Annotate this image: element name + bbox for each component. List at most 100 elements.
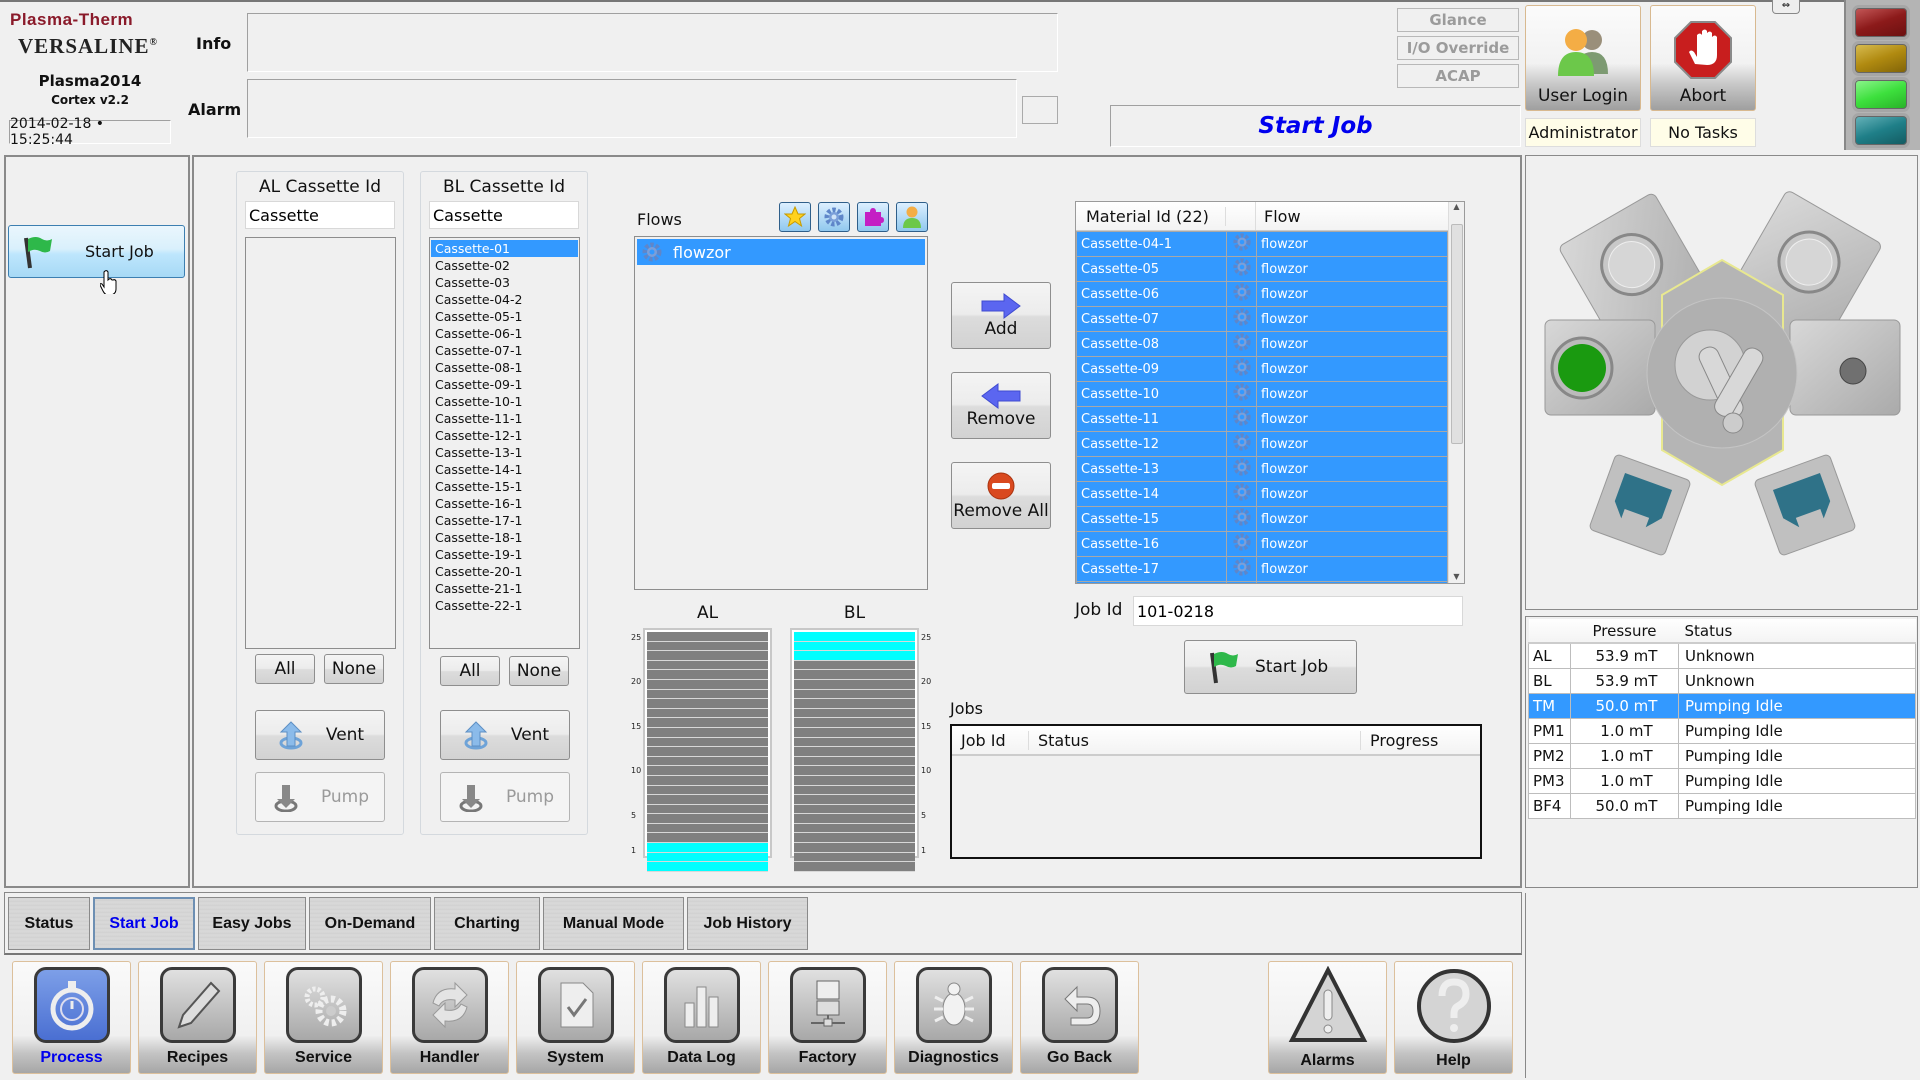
material-row[interactable]: Cassette-05 flowzor (1076, 256, 1448, 282)
col-job-status[interactable]: Status (1029, 730, 1361, 750)
chamber-row[interactable]: AL 53.9 mT Unknown (1528, 642, 1916, 669)
col-status[interactable]: Status (1678, 619, 1916, 644)
chamber-row[interactable]: BL 53.9 mT Unknown (1528, 667, 1916, 694)
al-cassette-list[interactable] (245, 237, 396, 649)
nav-data-log-button[interactable]: Data Log (642, 961, 761, 1074)
alarm-ack-button[interactable] (1022, 96, 1058, 124)
bl-cassette-item[interactable]: Cassette-01 (431, 240, 578, 257)
bl-cassette-item[interactable]: Cassette-19-1 (431, 546, 578, 563)
sub-tab-start-job[interactable]: Start Job (93, 897, 195, 950)
bl-cassette-item[interactable]: Cassette-04-2 (431, 291, 578, 308)
bl-cassette-item[interactable]: Cassette-14-1 (431, 461, 578, 478)
scroll-down-arrow[interactable]: ▼ (1449, 572, 1464, 581)
job-id-input[interactable] (1133, 596, 1463, 626)
bl-select-all-button[interactable]: All (440, 656, 500, 686)
col-job-id[interactable]: Job Id (952, 730, 1029, 750)
bl-cassette-item[interactable]: Cassette-22-1 (431, 597, 578, 614)
nav-recipes-button[interactable]: Recipes (138, 961, 257, 1074)
bl-cassette-item[interactable]: Cassette-02 (431, 257, 578, 274)
start-job-button[interactable]: Start Job (1184, 640, 1357, 694)
bl-pump-button[interactable]: Pump (440, 772, 570, 822)
al-vent-button[interactable]: Vent (255, 710, 385, 760)
filter-plugin-button[interactable] (857, 202, 889, 232)
bl-cassette-item[interactable]: Cassette-17-1 (431, 512, 578, 529)
user-login-button[interactable]: User Login (1525, 5, 1641, 111)
material-row[interactable]: Cassette-09 flowzor (1076, 356, 1448, 382)
bl-cassette-item[interactable]: Cassette-11-1 (431, 410, 578, 427)
bl-cassette-item[interactable]: Cassette-15-1 (431, 478, 578, 495)
col-flow[interactable]: Flow (1256, 207, 1301, 226)
nav-go-back-button[interactable]: Go Back (1020, 961, 1139, 1074)
col-pressure[interactable]: Pressure (1570, 619, 1679, 644)
filter-system-button[interactable] (818, 202, 850, 232)
flow-item[interactable]: flowzor (637, 239, 925, 265)
bl-cassette-item[interactable]: Cassette-09-1 (431, 376, 578, 393)
material-row[interactable]: Cassette-18 flowzor (1076, 581, 1448, 583)
nav-service-button[interactable]: Service (264, 961, 383, 1074)
chamber-row[interactable]: PM2 1.0 mT Pumping Idle (1528, 742, 1916, 769)
glance-button[interactable]: Glance (1397, 8, 1519, 32)
bl-cassette-list[interactable]: Cassette-01 Cassette-02 Cassette-03 Cassett… (429, 237, 580, 649)
bl-cassette-item[interactable]: Cassette-12-1 (431, 427, 578, 444)
bl-cassette-item[interactable]: Cassette-05-1 (431, 308, 578, 325)
sub-tab-manual-mode[interactable]: Manual Mode (543, 897, 684, 950)
chamber-status-table[interactable]: Pressure Status AL 53.9 mT Unknown BL 53.9 m… (1528, 619, 1916, 819)
nav-factory-button[interactable]: Factory (768, 961, 887, 1074)
al-select-none-button[interactable]: None (324, 654, 384, 684)
col-job-progress[interactable]: Progress (1361, 731, 1438, 750)
chamber-row[interactable]: PM3 1.0 mT Pumping Idle (1528, 767, 1916, 794)
materials-table[interactable]: Material Id (22) Flow Cassette-04-1 flowz… (1075, 201, 1465, 584)
material-row[interactable]: Cassette-17 flowzor (1076, 556, 1448, 582)
scroll-thumb[interactable] (1451, 224, 1463, 444)
material-row[interactable]: Cassette-14 flowzor (1076, 481, 1448, 507)
chamber-row[interactable]: PM1 1.0 mT Pumping Idle (1528, 717, 1916, 744)
remove-all-button[interactable]: Remove All (951, 462, 1051, 529)
nav-process-button[interactable]: Process (12, 961, 131, 1074)
bl-cassette-item[interactable]: Cassette-10-1 (431, 393, 578, 410)
sub-tab-easy-jobs[interactable]: Easy Jobs (198, 897, 306, 950)
flows-list[interactable]: flowzor (634, 236, 928, 590)
abort-button[interactable]: Abort (1650, 5, 1756, 111)
scroll-up-arrow[interactable]: ▲ (1449, 202, 1464, 211)
window-resize-handle[interactable]: ⇔ (1772, 0, 1800, 14)
sub-tab-charting[interactable]: Charting (434, 897, 540, 950)
sub-tab-job-history[interactable]: Job History (687, 897, 808, 950)
material-row[interactable]: Cassette-12 flowzor (1076, 431, 1448, 457)
remove-button[interactable]: Remove (951, 372, 1051, 439)
bl-cassette-item[interactable]: Cassette-03 (431, 274, 578, 291)
bl-cassette-item[interactable]: Cassette-06-1 (431, 325, 578, 342)
al-select-all-button[interactable]: All (255, 654, 315, 684)
bl-cassette-item[interactable]: Cassette-21-1 (431, 580, 578, 597)
material-row[interactable]: Cassette-16 flowzor (1076, 531, 1448, 557)
material-row[interactable]: Cassette-11 flowzor (1076, 406, 1448, 432)
material-row[interactable]: Cassette-07 flowzor (1076, 306, 1448, 332)
al-pump-button[interactable]: Pump (255, 772, 385, 822)
material-row[interactable]: Cassette-04-1 flowzor (1076, 231, 1448, 257)
add-button[interactable]: Add (951, 282, 1051, 349)
filter-user-button[interactable] (896, 202, 928, 232)
sub-tab-status[interactable]: Status (8, 897, 90, 950)
bl-cassette-item[interactable]: Cassette-13-1 (431, 444, 578, 461)
material-row[interactable]: Cassette-15 flowzor (1076, 506, 1448, 532)
col-material-id[interactable]: Material Id (22) (1076, 206, 1226, 226)
material-row[interactable]: Cassette-10 flowzor (1076, 381, 1448, 407)
bl-cassette-id-input[interactable] (429, 201, 579, 229)
bl-cassette-item[interactable]: Cassette-20-1 (431, 563, 578, 580)
material-row[interactable]: Cassette-13 flowzor (1076, 456, 1448, 482)
bl-cassette-item[interactable]: Cassette-08-1 (431, 359, 578, 376)
bl-cassette-item[interactable]: Cassette-07-1 (431, 342, 578, 359)
filter-favorites-button[interactable] (779, 202, 811, 232)
acap-button[interactable]: ACAP (1397, 64, 1519, 88)
sub-tab-on-demand[interactable]: On-Demand (309, 897, 431, 950)
chamber-row[interactable]: TM 50.0 mT Pumping Idle (1528, 692, 1916, 719)
nav-system-button[interactable]: System (516, 961, 635, 1074)
bl-cassette-item[interactable]: Cassette-16-1 (431, 495, 578, 512)
bl-vent-button[interactable]: Vent (440, 710, 570, 760)
nav-help-button[interactable]: Help (1394, 961, 1513, 1074)
materials-scrollbar[interactable]: ▲ ▼ (1448, 202, 1464, 583)
bl-select-none-button[interactable]: None (509, 656, 569, 686)
io-override-button[interactable]: I/O Override (1397, 36, 1519, 60)
chamber-row[interactable]: BF4 50.0 mT Pumping Idle (1528, 792, 1916, 819)
nav-handler-button[interactable]: Handler (390, 961, 509, 1074)
jobs-table[interactable]: Job Id Status Progress (950, 724, 1482, 859)
